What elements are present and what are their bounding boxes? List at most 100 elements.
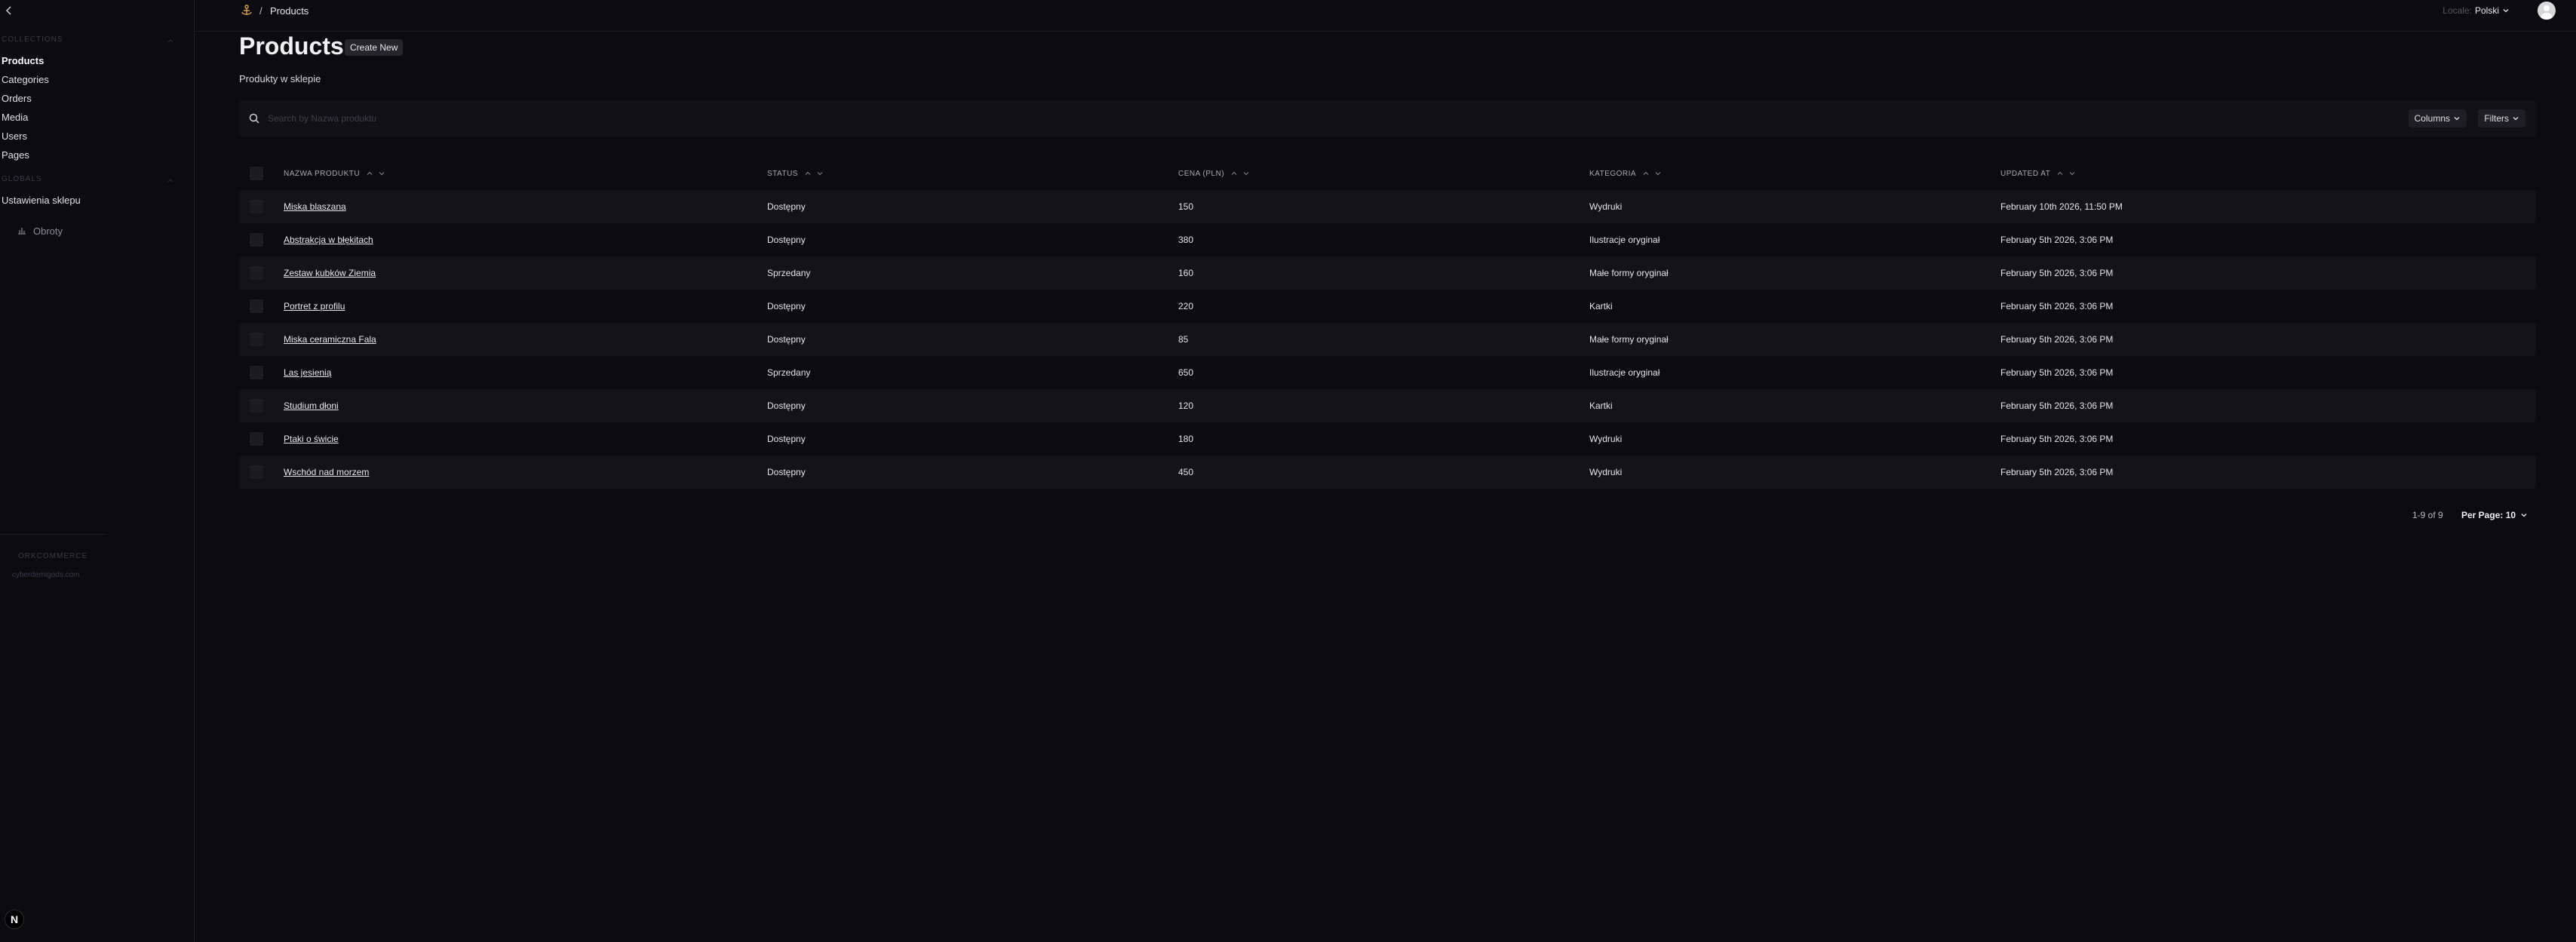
locale-selector[interactable]: Locale: Polski xyxy=(2442,5,2510,16)
cell-price: 120 xyxy=(1178,389,1589,422)
product-name-link[interactable]: Miska blaszana xyxy=(284,201,346,212)
cell-price: 180 xyxy=(1178,434,1194,444)
search-input[interactable] xyxy=(268,108,2229,129)
cell-category: Ilustracje oryginał xyxy=(1589,367,1660,378)
sort-controls xyxy=(1642,170,1662,177)
sort-desc-icon[interactable] xyxy=(816,170,824,177)
sidebar-item-categories[interactable]: Categories xyxy=(2,74,49,85)
app-logo-icon[interactable]: N xyxy=(5,910,24,929)
sidebar-link-label: Obroty xyxy=(33,226,63,237)
table-header-row: NAZWA PRODUKTU STATUS CENA (PLN) KATEGOR… xyxy=(239,157,2536,190)
chevron-up-icon[interactable] xyxy=(166,175,175,184)
sort-asc-icon[interactable] xyxy=(1230,170,1238,177)
row-checkbox[interactable] xyxy=(250,432,263,446)
sidebar-item-ustawienia-sklepu[interactable]: Ustawienia sklepu xyxy=(2,195,81,206)
sort-desc-icon[interactable] xyxy=(1242,170,1250,177)
locale-value: Polski xyxy=(2474,5,2499,16)
cell-status: Dostępny xyxy=(767,301,806,311)
product-name-link[interactable]: Portret z profilu xyxy=(284,301,345,311)
cell-price: 150 xyxy=(1178,190,1589,223)
product-name-link[interactable]: Zestaw kubków Ziemia xyxy=(284,268,376,278)
table-row: Portret z profilu Dostępny 220 Kartki Fe… xyxy=(239,290,2536,323)
sort-asc-icon[interactable] xyxy=(2056,170,2064,177)
nav-group-collections[interactable]: COLLECTIONS xyxy=(2,35,63,44)
chevron-down-icon xyxy=(2521,514,2527,517)
row-checkbox[interactable] xyxy=(250,465,263,479)
table-row: Zestaw kubków Ziemia Sprzedany 160 Małe … xyxy=(239,256,2536,290)
table-row: Studium dłoni Dostępny 120 Kartki Februa… xyxy=(239,389,2536,422)
table-row: Miska blaszana Dostępny 150 Wydruki Febr… xyxy=(239,190,2536,223)
columns-button[interactable]: Columns xyxy=(2408,109,2467,127)
sidebar-item-media[interactable]: Media xyxy=(2,112,28,123)
breadcrumb-separator: / xyxy=(259,5,263,17)
sort-asc-icon[interactable] xyxy=(366,170,373,177)
cell-status: Dostępny xyxy=(767,190,1178,223)
row-checkbox[interactable] xyxy=(250,333,263,346)
sort-asc-icon[interactable] xyxy=(804,170,812,177)
product-name-link[interactable]: Ptaki o świcie xyxy=(284,434,339,444)
column-header-status: STATUS xyxy=(767,169,798,178)
cell-updated: February 5th 2026, 3:06 PM xyxy=(2000,434,2114,444)
row-checkbox[interactable] xyxy=(250,366,263,379)
locale-label: Locale: xyxy=(2442,5,2472,16)
search-bar: Columns Filters xyxy=(239,100,2536,137)
search-icon xyxy=(248,112,260,124)
product-name-link[interactable]: Abstrakcja w błękitach xyxy=(284,235,373,245)
breadcrumb-current: Products xyxy=(270,5,309,17)
sort-desc-icon[interactable] xyxy=(2068,170,2076,177)
cell-price: 220 xyxy=(1178,301,1194,311)
sidebar-item-users[interactable]: Users xyxy=(2,130,27,142)
sidebar-item-products[interactable]: Products xyxy=(2,55,44,66)
cell-updated: February 5th 2026, 3:06 PM xyxy=(2000,456,2536,489)
row-checkbox[interactable] xyxy=(250,233,263,247)
chevron-down-icon xyxy=(2513,117,2519,121)
per-page-selector[interactable]: Per Page: 10 xyxy=(2461,510,2528,520)
cell-status: Dostępny xyxy=(767,456,1178,489)
sort-controls xyxy=(804,170,824,177)
pagination-count: 1-9 of 9 xyxy=(2412,510,2443,520)
cell-updated: February 5th 2026, 3:06 PM xyxy=(2000,389,2536,422)
cell-category: Małe formy oryginał xyxy=(1589,256,2000,290)
product-name-link[interactable]: Miska ceramiczna Fala xyxy=(284,334,376,345)
column-header-name: NAZWA PRODUKTU xyxy=(284,169,361,178)
sidebar-item-orders[interactable]: Orders xyxy=(2,93,32,104)
back-icon[interactable] xyxy=(3,5,18,20)
sort-controls xyxy=(2056,170,2076,177)
table-row: Ptaki o świcie Dostępny 180 Wydruki Febr… xyxy=(239,422,2536,456)
product-name-link[interactable]: Wschód nad morzem xyxy=(284,467,369,477)
cell-status: Sprzedany xyxy=(767,367,811,378)
sort-desc-icon[interactable] xyxy=(1654,170,1662,177)
product-name-link[interactable]: Studium dłoni xyxy=(284,400,339,411)
sort-asc-icon[interactable] xyxy=(1642,170,1650,177)
topbar: / Products Locale: Polski xyxy=(195,0,2576,32)
row-checkbox[interactable] xyxy=(250,299,263,313)
chevron-up-icon[interactable] xyxy=(166,35,175,44)
page-description: Produkty w sklepie xyxy=(239,73,321,84)
brand-name: ORKCOMMERCE xyxy=(18,552,88,560)
bar-chart-icon xyxy=(17,225,27,238)
cell-updated: February 5th 2026, 3:06 PM xyxy=(2000,301,2114,311)
cell-category: Kartki xyxy=(1589,389,2000,422)
sidebar-link-obroty[interactable]: Obroty xyxy=(17,225,63,238)
sidebar: COLLECTIONS Products Categories Orders M… xyxy=(0,0,195,942)
row-checkbox[interactable] xyxy=(250,200,263,213)
filters-button[interactable]: Filters xyxy=(2478,109,2525,127)
columns-label: Columns xyxy=(2414,113,2450,124)
row-checkbox[interactable] xyxy=(250,266,263,280)
product-name-link[interactable]: Las jesienią xyxy=(284,367,331,378)
products-table: NAZWA PRODUKTU STATUS CENA (PLN) KATEGOR… xyxy=(239,157,2536,489)
sidebar-item-pages[interactable]: Pages xyxy=(2,149,29,161)
anchor-logo-icon[interactable] xyxy=(240,4,253,17)
column-header-updated: UPDATED AT xyxy=(2000,169,2051,178)
cell-updated: February 5th 2026, 3:06 PM xyxy=(2000,323,2536,356)
avatar[interactable] xyxy=(2538,2,2556,20)
cell-status: Sprzedany xyxy=(767,256,1178,290)
row-checkbox[interactable] xyxy=(250,399,263,413)
nav-group-globals[interactable]: GLOBALS xyxy=(2,175,42,183)
create-new-button[interactable]: Create New xyxy=(345,39,404,56)
cell-updated: February 5th 2026, 3:06 PM xyxy=(2000,367,2114,378)
cell-price: 380 xyxy=(1178,235,1194,245)
sort-desc-icon[interactable] xyxy=(378,170,385,177)
brand-link[interactable]: cyberdemigods.com xyxy=(12,571,79,579)
select-all-checkbox[interactable] xyxy=(250,167,263,180)
